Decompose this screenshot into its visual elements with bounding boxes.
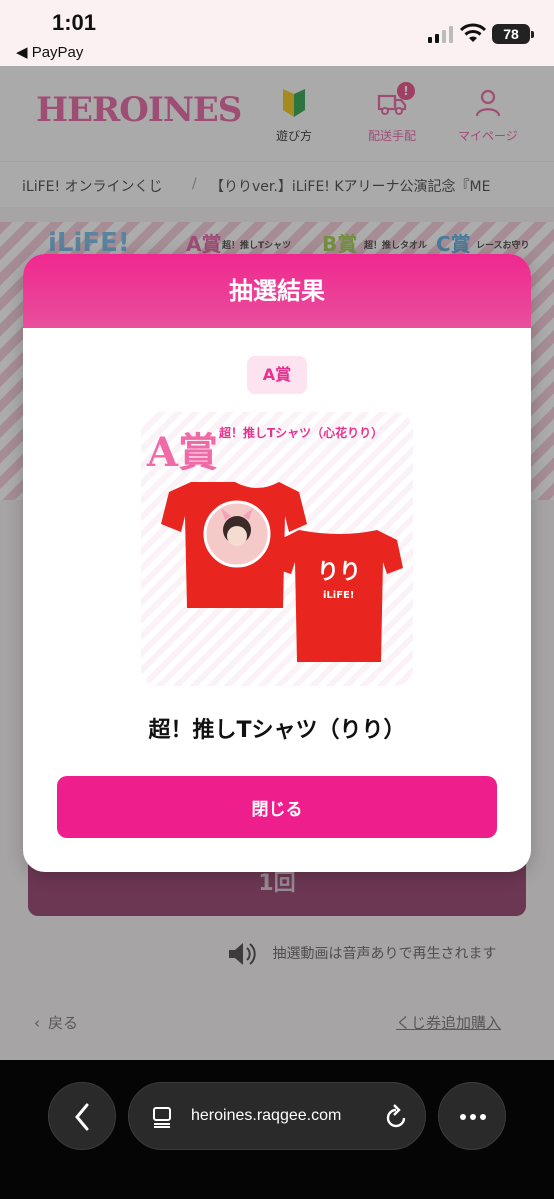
status-bar: 1:01 ◀ PayPay 78 (0, 0, 554, 66)
status-time: 1:01 (52, 10, 97, 35)
result-modal: 抽選結果 A賞 A賞 超！推しTシャツ（心花りり） りり iLiFE! 超！推し… (23, 254, 531, 872)
address-bar[interactable]: heroines.raqgee.com (128, 1082, 426, 1150)
tabs-icon (153, 1107, 171, 1128)
reload-icon[interactable] (383, 1103, 409, 1131)
chevron-left-icon (75, 1103, 89, 1131)
browser-back-button[interactable] (48, 1082, 116, 1150)
prize-image: A賞 超！推しTシャツ（心花りり） りり iLiFE! (141, 412, 413, 686)
more-menu-button[interactable] (438, 1082, 506, 1150)
modal-title: 抽選結果 (23, 254, 531, 328)
wifi-icon (460, 23, 486, 42)
signal-icon (428, 26, 454, 43)
browser-toolbar: heroines.raqgee.com (0, 1060, 554, 1199)
battery-indicator: 78 (492, 24, 534, 44)
tshirt-illustration (161, 482, 403, 662)
prize-name: 超！推しTシャツ（りり） (148, 718, 406, 743)
close-button[interactable]: 閉じる (57, 776, 497, 838)
url-text: heroines.raqgee.com (191, 1107, 342, 1124)
more-icon (460, 1114, 486, 1120)
tshirt-back-print: りり (317, 559, 362, 585)
back-to-app-link[interactable]: ◀ PayPay (16, 43, 83, 61)
tshirt-back-brand: iLiFE! (323, 590, 355, 601)
prize-grade-tag: A賞 (247, 356, 307, 394)
